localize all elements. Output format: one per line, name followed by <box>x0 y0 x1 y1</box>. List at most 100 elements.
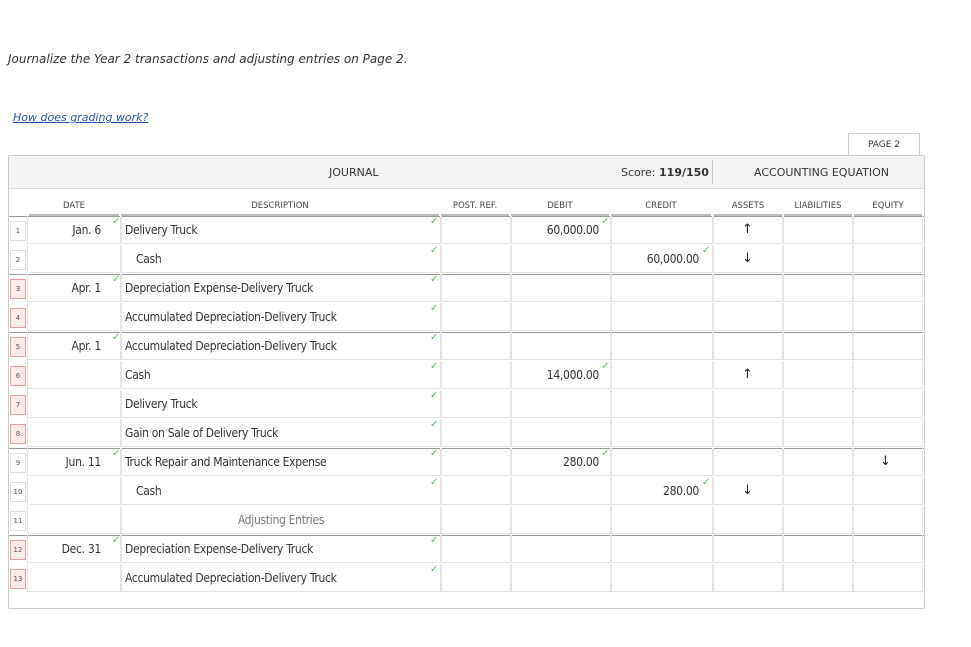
cell-postref[interactable] <box>441 564 511 592</box>
cell-equity[interactable] <box>853 419 923 447</box>
cell-equity[interactable] <box>853 506 923 534</box>
cell-postref[interactable] <box>441 535 511 563</box>
cell-postref[interactable] <box>441 332 511 360</box>
cell-liabilities[interactable] <box>783 332 853 360</box>
cell-date[interactable] <box>27 390 121 418</box>
cell-assets[interactable] <box>713 303 783 331</box>
cell-liabilities[interactable] <box>783 448 853 476</box>
table-row: 12 Dec. 31 ✓ Depreciation Expense-Delivery … <box>9 535 924 564</box>
cell-assets[interactable] <box>713 506 783 534</box>
cell-credit[interactable] <box>611 216 713 244</box>
cell-equity[interactable] <box>853 535 923 563</box>
cell-equity[interactable] <box>853 477 923 505</box>
check-icon: ✓ <box>112 274 121 285</box>
cell-desc[interactable] <box>121 477 441 505</box>
debit-amount: 60,000.00 <box>546 223 600 237</box>
entry-date: Jun. 11 <box>65 455 102 469</box>
cell-postref[interactable] <box>441 477 511 505</box>
cell-debit[interactable] <box>511 419 611 447</box>
cell-liabilities[interactable] <box>783 245 853 273</box>
cell-credit[interactable] <box>611 332 713 360</box>
cell-date[interactable] <box>27 361 121 389</box>
cell-postref[interactable] <box>441 419 511 447</box>
cell-debit[interactable] <box>511 390 611 418</box>
cell-postref[interactable] <box>441 361 511 389</box>
cell-date[interactable] <box>27 477 121 505</box>
check-icon: ✓ <box>702 477 711 488</box>
cell-assets[interactable] <box>713 390 783 418</box>
check-icon: ✓ <box>430 361 439 372</box>
cell-liabilities[interactable] <box>783 477 853 505</box>
cell-credit[interactable] <box>611 506 713 534</box>
grading-help-link[interactable]: How does grading work? <box>13 111 148 124</box>
cell-credit[interactable] <box>611 535 713 563</box>
cell-postref[interactable] <box>441 390 511 418</box>
cell-equity[interactable] <box>853 332 923 360</box>
cell-equity[interactable] <box>853 303 923 331</box>
cell-postref[interactable] <box>441 506 511 534</box>
cell-assets[interactable] <box>713 419 783 447</box>
cell-credit[interactable] <box>611 361 713 389</box>
cell-debit[interactable] <box>511 506 611 534</box>
cell-liabilities[interactable] <box>783 303 853 331</box>
cell-debit[interactable] <box>511 477 611 505</box>
cell-liabilities[interactable] <box>783 274 853 302</box>
page-tab[interactable]: PAGE 2 <box>848 133 920 156</box>
cell-credit[interactable] <box>611 274 713 302</box>
col-liabilities: LIABILITIES <box>784 201 852 216</box>
cell-date[interactable] <box>27 245 121 273</box>
cell-credit[interactable] <box>611 448 713 476</box>
table-row: 3 Apr. 1 ✓ Depreciation Expense-Delivery Tr… <box>9 274 924 303</box>
cell-liabilities[interactable] <box>783 564 853 592</box>
cell-postref[interactable] <box>441 274 511 302</box>
check-icon: ✓ <box>430 390 439 401</box>
cell-equity[interactable] <box>853 390 923 418</box>
cell-debit[interactable] <box>511 332 611 360</box>
cell-postref[interactable] <box>441 303 511 331</box>
header-divider <box>712 160 713 184</box>
table-row: 13 Accumulated Depreciation-Delivery Truc… <box>9 564 924 593</box>
cell-credit[interactable] <box>611 564 713 592</box>
cell-liabilities[interactable] <box>783 506 853 534</box>
table-row: 2 Cash ✓ 60,000.00 ✓ ↓ <box>9 245 924 274</box>
cell-liabilities[interactable] <box>783 535 853 563</box>
cell-liabilities[interactable] <box>783 216 853 244</box>
entry-description: Depreciation Expense-Delivery Truck <box>125 281 314 295</box>
instruction-text: Journalize the Year 2 transactions and a… <box>8 52 408 66</box>
cell-date[interactable] <box>27 303 121 331</box>
cell-liabilities[interactable] <box>783 419 853 447</box>
cell-assets[interactable] <box>713 448 783 476</box>
cell-postref[interactable] <box>441 216 511 244</box>
cell-liabilities[interactable] <box>783 390 853 418</box>
cell-assets[interactable] <box>713 274 783 302</box>
cell-postref[interactable] <box>441 448 511 476</box>
credit-amount: 60,000.00 <box>646 252 700 266</box>
cell-desc[interactable] <box>121 361 441 389</box>
cell-equity[interactable] <box>853 274 923 302</box>
cell-equity[interactable] <box>853 245 923 273</box>
check-icon: ✓ <box>601 216 610 227</box>
cell-equity[interactable] <box>853 361 923 389</box>
cell-debit[interactable] <box>511 564 611 592</box>
cell-equity[interactable] <box>853 564 923 592</box>
entry-description: Accumulated Depreciation-Delivery Truck <box>125 571 337 585</box>
cell-debit[interactable] <box>511 535 611 563</box>
cell-assets[interactable] <box>713 332 783 360</box>
cell-assets[interactable] <box>713 564 783 592</box>
cell-date[interactable] <box>27 564 121 592</box>
cell-date[interactable] <box>27 506 121 534</box>
cell-credit[interactable] <box>611 419 713 447</box>
col-debit: DEBIT <box>511 201 609 216</box>
cell-debit[interactable] <box>511 274 611 302</box>
cell-assets[interactable] <box>713 535 783 563</box>
cell-credit[interactable] <box>611 390 713 418</box>
cell-liabilities[interactable] <box>783 361 853 389</box>
cell-date[interactable] <box>27 419 121 447</box>
cell-desc[interactable] <box>121 245 441 273</box>
cell-debit[interactable] <box>511 303 611 331</box>
cell-credit[interactable] <box>611 303 713 331</box>
entry-description: Accumulated Depreciation-Delivery Truck <box>125 339 337 353</box>
cell-equity[interactable] <box>853 216 923 244</box>
cell-postref[interactable] <box>441 245 511 273</box>
cell-debit[interactable] <box>511 245 611 273</box>
